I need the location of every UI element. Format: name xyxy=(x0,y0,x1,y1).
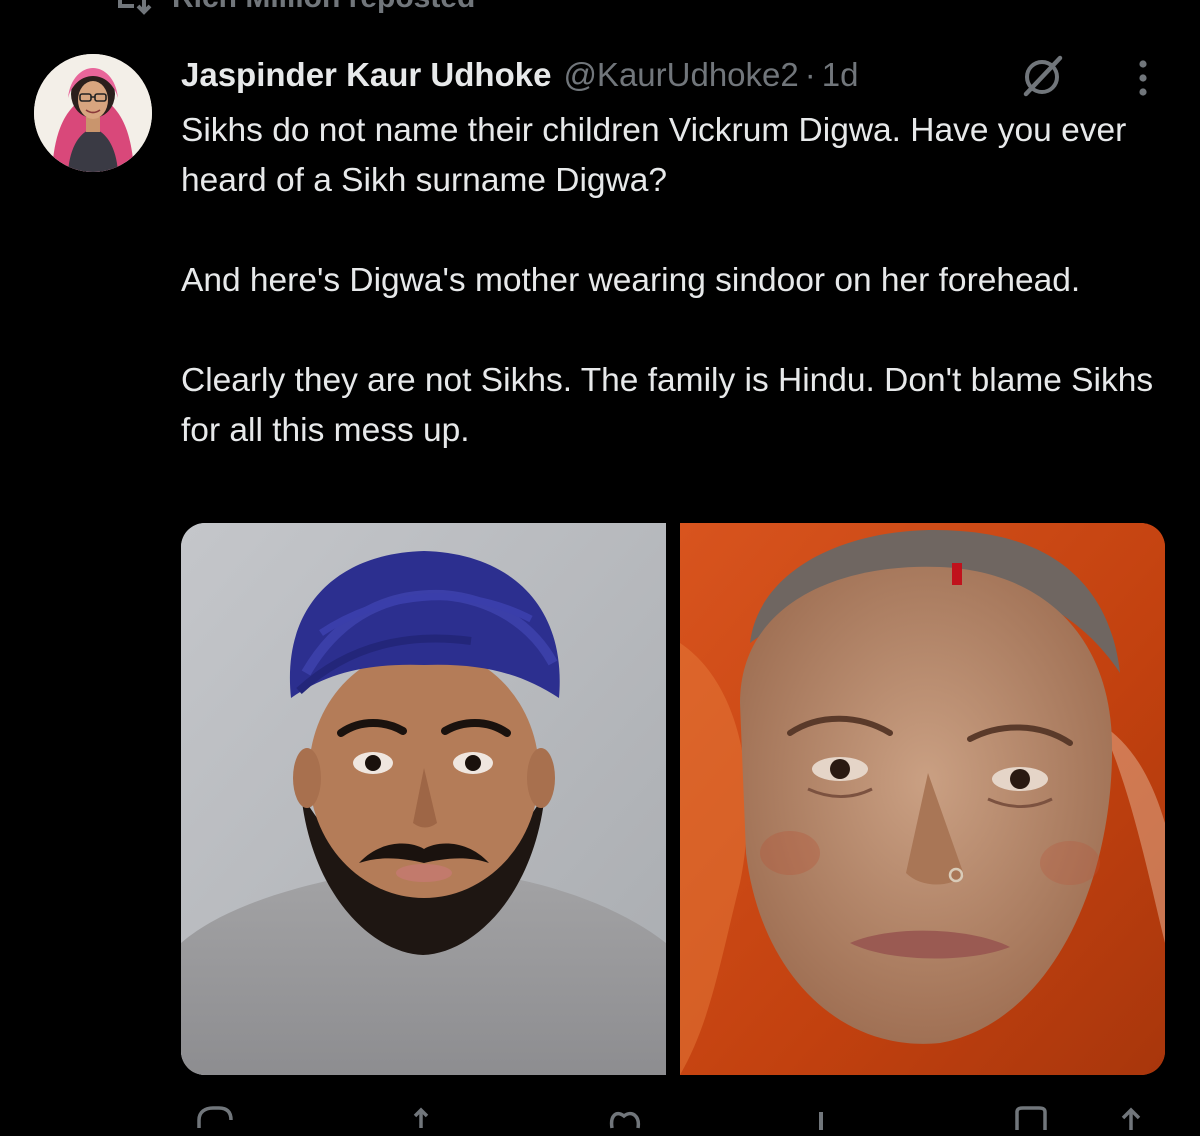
repost-label[interactable]: Rich Million reposted xyxy=(172,0,475,15)
avatar[interactable] xyxy=(34,54,152,172)
bookmark-icon[interactable] xyxy=(1011,1106,1051,1135)
tweet-paragraph: And here's Digwa's mother wearing sindoo… xyxy=(181,262,1081,299)
share-icon[interactable] xyxy=(1111,1106,1151,1135)
grok-icon[interactable] xyxy=(1016,50,1068,102)
tweet-paragraph: Sikhs do not name their children Vickrum… xyxy=(181,112,1127,199)
repost-header[interactable]: Rich Million reposted xyxy=(110,0,475,18)
tweet-text: Sikhs do not name their children Vickrum… xyxy=(181,106,1181,456)
tweet-timestamp[interactable]: 1d xyxy=(822,56,859,94)
photo-man-blue-turban[interactable] xyxy=(181,523,666,1075)
header-separator: · xyxy=(804,56,816,93)
reply-icon[interactable] xyxy=(195,1106,235,1135)
more-options-icon[interactable] xyxy=(1128,58,1158,98)
tweet-media xyxy=(181,523,1165,1075)
retweet-icon[interactable] xyxy=(411,1106,451,1135)
repost-icon xyxy=(110,0,154,18)
like-icon[interactable] xyxy=(606,1106,646,1135)
author-display-name[interactable]: Jaspinder Kaur Udhoke xyxy=(181,56,551,94)
tweet-action-bar xyxy=(181,1096,1165,1136)
author-handle[interactable]: @KaurUdhoke2 xyxy=(563,56,798,94)
avatar-image xyxy=(34,54,152,172)
tweet-header: Jaspinder Kaur Udhoke @KaurUdhoke2 · 1d xyxy=(181,52,858,98)
views-icon[interactable] xyxy=(809,1106,849,1135)
tweet-paragraph: Clearly they are not Sikhs. The family i… xyxy=(181,362,1154,449)
photo-woman-orange-headscarf[interactable] xyxy=(680,523,1165,1075)
